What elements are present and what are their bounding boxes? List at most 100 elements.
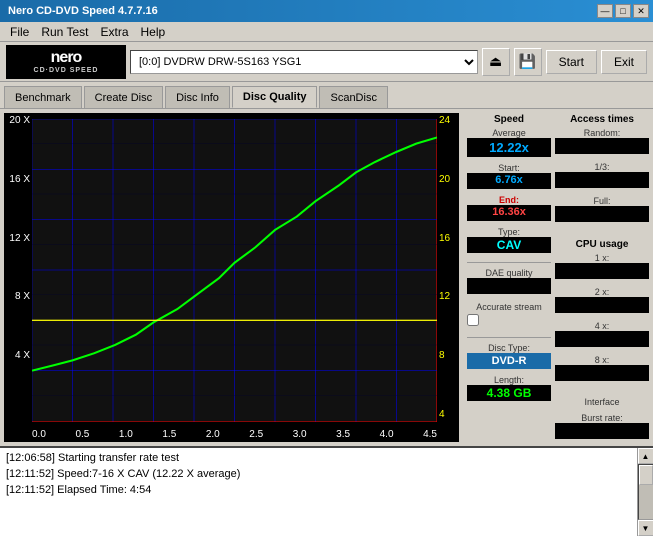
- full-label: Full:: [555, 196, 649, 206]
- y-label-12: 12 X: [9, 233, 30, 244]
- dae-section: DAE quality: [467, 268, 551, 296]
- burst-section: Burst rate:: [555, 413, 649, 441]
- tab-disc-quality[interactable]: Disc Quality: [232, 86, 318, 108]
- disc-type-value: DVD-R: [467, 353, 551, 369]
- y-axis-left: 20 X 16 X 12 X 8 X 4 X 0: [4, 113, 32, 422]
- tab-disc-info[interactable]: Disc Info: [165, 86, 230, 108]
- cpu-1x-label: 1 x:: [555, 253, 649, 263]
- interface-label: Interface: [555, 397, 649, 407]
- chart-svg: [32, 119, 437, 422]
- cpu-4x-section: 4 x:: [555, 321, 649, 349]
- menu-help[interactable]: Help: [135, 24, 172, 40]
- interface-section: Interface: [555, 397, 649, 407]
- length-value: 4.38 GB: [467, 385, 551, 401]
- end-value: 16.36x: [467, 205, 551, 221]
- burst-label: Burst rate:: [555, 413, 649, 423]
- cpu-8x-value: [555, 365, 649, 381]
- cpu-2x-value: [555, 297, 649, 313]
- titlebar: Nero CD-DVD Speed 4.7.7.16 — □ ✕: [0, 0, 653, 22]
- end-label: End:: [467, 195, 551, 205]
- divider2: [467, 337, 551, 338]
- cpu-header: CPU usage: [555, 238, 649, 251]
- x-3.5: 3.5: [336, 429, 350, 440]
- window-controls: — □ ✕: [597, 4, 649, 18]
- accurate-section: Accurate stream: [467, 302, 551, 328]
- log-scrollbar: ▲ ▼: [637, 448, 653, 536]
- x-2.5: 2.5: [249, 429, 263, 440]
- full-section: Full:: [555, 196, 649, 224]
- disc-type-label: Disc Type:: [467, 343, 551, 353]
- app-title: Nero CD-DVD Speed 4.7.7.16: [8, 5, 158, 17]
- chart-container: 20 X 16 X 12 X 8 X 4 X 0: [4, 113, 459, 442]
- x-0.0: 0.0: [32, 429, 46, 440]
- menu-file[interactable]: File: [4, 24, 35, 40]
- burst-value: [555, 423, 649, 439]
- menubar: File Run Test Extra Help: [0, 22, 653, 42]
- random-section: Random:: [555, 128, 649, 156]
- length-label: Length:: [467, 375, 551, 385]
- right-panel: Speed Average 12.22x Start: 6.76x End: 1…: [463, 109, 653, 446]
- yr-20: 20: [439, 174, 450, 185]
- log-entry-3: [12:11:52] Elapsed Time: 4:54: [6, 482, 631, 498]
- chart-plot: [32, 119, 437, 422]
- divider1: [467, 262, 551, 263]
- accurate-checkbox[interactable]: [467, 314, 479, 326]
- access-header: Access times: [555, 113, 649, 126]
- tab-benchmark[interactable]: Benchmark: [4, 86, 82, 108]
- maximize-button[interactable]: □: [615, 4, 631, 18]
- log-entry-1: [12:06:58] Starting transfer rate test: [6, 450, 631, 466]
- yr-24: 24: [439, 115, 450, 126]
- average-label: Average: [467, 128, 551, 138]
- tab-create-disc[interactable]: Create Disc: [84, 86, 163, 108]
- type-section: Type: CAV: [467, 227, 551, 253]
- average-section: Average 12.22x: [467, 128, 551, 157]
- random-value: [555, 138, 649, 154]
- one-third-section: 1/3:: [555, 162, 649, 190]
- one-third-label: 1/3:: [555, 162, 649, 172]
- y-label-8: 8 X: [15, 291, 30, 302]
- minimize-button[interactable]: —: [597, 4, 613, 18]
- tabs-bar: Benchmark Create Disc Disc Info Disc Qua…: [0, 82, 653, 108]
- yr-4: 4: [439, 409, 445, 420]
- scroll-track: [638, 464, 653, 520]
- main-content: 20 X 16 X 12 X 8 X 4 X 0: [0, 108, 653, 446]
- start-button[interactable]: Start: [546, 50, 597, 74]
- menu-run-test[interactable]: Run Test: [35, 24, 94, 40]
- type-value: CAV: [467, 237, 551, 253]
- scroll-down-button[interactable]: ▼: [638, 520, 653, 536]
- cpu-4x-value: [555, 331, 649, 347]
- menu-extra[interactable]: Extra: [94, 24, 134, 40]
- nero-logo: nero CD·DVD SPEED: [6, 45, 126, 79]
- random-label: Random:: [555, 128, 649, 138]
- speed-header: Speed: [467, 113, 551, 126]
- log-area: [12:06:58] Starting transfer rate test […: [0, 446, 653, 536]
- full-value: [555, 206, 649, 222]
- x-3.0: 3.0: [293, 429, 307, 440]
- one-third-value: [555, 172, 649, 188]
- x-1.5: 1.5: [162, 429, 176, 440]
- log-text-area: [12:06:58] Starting transfer rate test […: [0, 448, 637, 536]
- access-column: Access times Random: 1/3: Full: CPU usag…: [555, 113, 649, 442]
- drive-selector[interactable]: [0:0] DVDRW DRW-5S163 YSG1: [130, 50, 478, 74]
- cpu-1x-section: 1 x:: [555, 253, 649, 281]
- cpu-8x-label: 8 x:: [555, 355, 649, 365]
- x-4.0: 4.0: [380, 429, 394, 440]
- accurate-checkbox-row: [467, 312, 551, 328]
- y-axis-right: 24 20 16 12 8 4: [437, 113, 459, 422]
- eject-button[interactable]: ⏏: [482, 48, 510, 76]
- scroll-up-button[interactable]: ▲: [638, 448, 653, 464]
- end-section: End: 16.36x: [467, 195, 551, 221]
- toolbar: nero CD·DVD SPEED [0:0] DVDRW DRW-5S163 …: [0, 42, 653, 82]
- tab-scan-disc[interactable]: ScanDisc: [319, 86, 387, 108]
- accurate-label: Accurate stream: [467, 302, 551, 312]
- save-button[interactable]: 💾: [514, 48, 542, 76]
- close-button[interactable]: ✕: [633, 4, 649, 18]
- exit-button[interactable]: Exit: [601, 50, 647, 74]
- type-label: Type:: [467, 227, 551, 237]
- log-content: [12:06:58] Starting transfer rate test […: [0, 448, 653, 536]
- scroll-thumb[interactable]: [639, 465, 653, 485]
- log-entry-2: [12:11:52] Speed:7-16 X CAV (12.22 X ave…: [6, 466, 631, 482]
- dae-label: DAE quality: [467, 268, 551, 278]
- average-value: 12.22x: [467, 138, 551, 157]
- yr-16: 16: [439, 233, 450, 244]
